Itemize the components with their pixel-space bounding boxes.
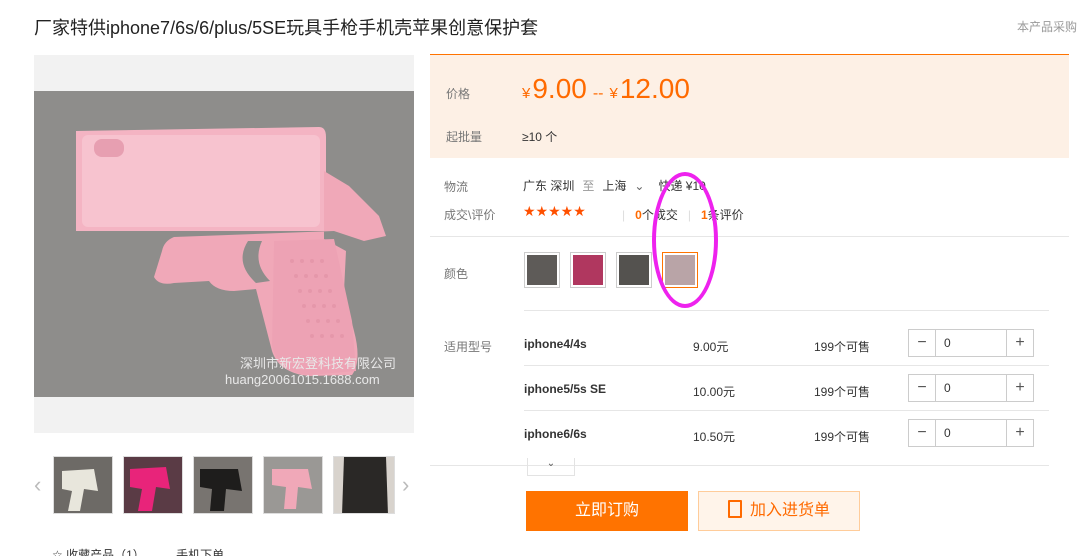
order-now-button[interactable]: 立即订购: [526, 491, 688, 531]
main-product-image[interactable]: 深圳市新宏登科技有限公司 huang20061015.1688.com: [34, 91, 414, 397]
minus-button[interactable]: −: [909, 420, 935, 446]
color-swatch-3[interactable]: [616, 252, 652, 288]
moq-label: 起批量: [446, 130, 483, 144]
price-label: 价格: [446, 87, 471, 101]
price-box: 价格 ¥9.00 -- ¥12.00 起批量 ≥10 个: [430, 54, 1069, 158]
favorite-link[interactable]: ☆ 收藏产品（1）: [52, 548, 145, 556]
price-range: ¥9.00 -- ¥12.00: [522, 73, 690, 105]
thumb-next-icon[interactable]: ›: [402, 472, 409, 498]
model-name: iphone4/4s: [524, 337, 587, 351]
divider-line-2: [524, 310, 1049, 311]
plus-button[interactable]: +: [1007, 420, 1033, 446]
model-price: 10.50元: [693, 430, 736, 444]
plus-button[interactable]: +: [1007, 375, 1033, 401]
logistics-label: 物流: [444, 180, 469, 194]
quantity-stepper: − 0 +: [908, 329, 1034, 357]
deal-label: 成交\评价: [444, 208, 496, 222]
watermark-company: 深圳市新宏登科技有限公司: [240, 356, 397, 371]
model-price: 9.00元: [693, 340, 729, 354]
thumbnail-5[interactable]: [333, 456, 395, 514]
minus-button[interactable]: −: [909, 375, 935, 401]
add-to-cart-button[interactable]: 加入进货单: [698, 491, 860, 531]
model-stock: 199个可售: [814, 385, 871, 399]
annotation-circle: [652, 172, 718, 308]
quantity-stepper: − 0 +: [908, 419, 1034, 447]
thumb-prev-icon[interactable]: ‹: [34, 472, 41, 498]
expand-chevron-icon[interactable]: ⌄: [527, 458, 575, 476]
product-title: 厂家特供iphone7/6s/6/plus/5SE玩具手枪手机壳苹果创意保护套: [34, 18, 539, 38]
list-bottom-divider: [430, 465, 1049, 466]
model-stock: 199个可售: [814, 430, 871, 444]
currency-symbol: ¥: [522, 85, 531, 102]
main-image-frame: 深圳市新宏登科技有限公司 huang20061015.1688.com: [34, 55, 414, 433]
model-stock: 199个可售: [814, 340, 871, 354]
thumbnail-3[interactable]: [193, 456, 253, 514]
mobile-order-link[interactable]: 手机下单: [176, 548, 224, 556]
plus-button[interactable]: +: [1007, 330, 1033, 356]
thumbnail-2[interactable]: [123, 456, 183, 514]
price-high: 12.00: [619, 73, 690, 104]
ship-to-select[interactable]: 上海: [602, 179, 626, 193]
color-label: 颜色: [444, 267, 469, 281]
ship-from: 广东 深圳: [523, 179, 575, 193]
divider: |: [622, 208, 626, 222]
model-label: 适用型号: [444, 340, 493, 354]
thumbnail-1[interactable]: [53, 456, 113, 514]
row-divider: [524, 410, 1049, 411]
model-price: 10.00元: [693, 385, 736, 399]
deal-count[interactable]: 0: [635, 208, 642, 222]
color-swatch-1[interactable]: [524, 252, 560, 288]
to-word: 至: [582, 179, 595, 193]
bottom-links: ☆ 收藏产品（1） 手机下单: [52, 546, 252, 556]
currency-symbol-2: ¥: [609, 85, 618, 102]
add-to-cart-label: 加入进货单: [749, 502, 830, 519]
minus-button[interactable]: −: [909, 330, 935, 356]
top-note[interactable]: 本产品采购: [1017, 18, 1077, 35]
quantity-input[interactable]: 0: [935, 330, 1007, 356]
divider-line: [430, 236, 1069, 237]
moq-value: ≥10 个: [522, 130, 558, 144]
clipboard-icon: [727, 500, 742, 518]
quantity-stepper: − 0 +: [908, 374, 1034, 402]
model-name: iphone6/6s: [524, 427, 587, 441]
thumbnail-4[interactable]: [263, 456, 323, 514]
price-separator: --: [592, 85, 604, 102]
row-divider: [524, 365, 1049, 366]
product-page: 厂家特供iphone7/6s/6/plus/5SE玩具手枪手机壳苹果创意保护套 …: [0, 0, 1077, 556]
rating-stars-icon: ★★★★★: [523, 203, 586, 219]
quantity-input[interactable]: 0: [935, 375, 1007, 401]
watermark-url: huang20061015.1688.com: [225, 372, 380, 387]
model-name: iphone5/5s SE: [524, 382, 607, 396]
chevron-down-icon[interactable]: ⌄: [634, 179, 644, 193]
price-low: 9.00: [532, 73, 587, 104]
quantity-input[interactable]: 0: [935, 420, 1007, 446]
color-swatch-2[interactable]: [570, 252, 606, 288]
